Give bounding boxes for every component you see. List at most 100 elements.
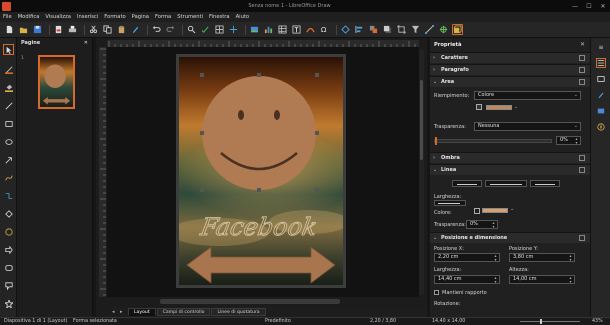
align-objects-icon[interactable] xyxy=(354,24,365,35)
stars-icon[interactable] xyxy=(3,298,14,309)
paste-icon[interactable] xyxy=(116,24,127,35)
more-options-icon[interactable] xyxy=(579,235,585,241)
slide-thumbnail[interactable] xyxy=(38,55,75,109)
menu-formato[interactable]: Formato xyxy=(104,14,125,20)
export-pdf-icon[interactable] xyxy=(53,24,64,35)
insert-image-icon[interactable] xyxy=(249,24,260,35)
copy-icon[interactable] xyxy=(102,24,113,35)
horizontal-scrollbar[interactable] xyxy=(160,299,340,304)
insert-table-icon[interactable] xyxy=(277,24,288,35)
tab-campi-di-controllo[interactable]: Campi di controllo xyxy=(156,308,211,316)
status-zoom[interactable]: 43% xyxy=(592,319,603,324)
fill-color-icon[interactable] xyxy=(3,82,14,93)
section-ombra[interactable]: › Ombra xyxy=(430,152,590,163)
deck-menu-icon[interactable]: ≡ xyxy=(596,42,606,52)
grid-icon[interactable] xyxy=(214,24,225,35)
slide-pane-close-icon[interactable]: ✕ xyxy=(84,40,88,46)
close-window-button[interactable]: ✕ xyxy=(596,0,610,12)
sidebar-close-icon[interactable]: ✕ xyxy=(580,41,585,48)
basic-shapes-icon[interactable] xyxy=(3,208,14,219)
area-transparency-select[interactable]: Nessuna ⌄ xyxy=(474,122,581,131)
open-folder-icon[interactable] xyxy=(18,24,29,35)
points-edit-icon[interactable] xyxy=(424,24,435,35)
spin-icon[interactable]: ▴ ▾ xyxy=(568,276,573,284)
posx-field[interactable]: 2,20 cm ▴ ▾ xyxy=(434,253,500,262)
left-splitter[interactable] xyxy=(93,38,96,318)
section-paragrafo[interactable]: › Paragrafo xyxy=(430,64,590,75)
tab-linee-di-quotatura[interactable]: Linee di quotatura xyxy=(211,308,266,316)
properties-deck-icon[interactable] xyxy=(596,58,606,68)
toggle-extrusion-icon[interactable] xyxy=(452,24,463,35)
minimize-button[interactable]: — xyxy=(568,0,582,12)
flowchart-icon[interactable] xyxy=(3,262,14,273)
menu-modifica[interactable]: Modifica xyxy=(18,14,40,20)
cut-icon[interactable] xyxy=(88,24,99,35)
print-icon[interactable] xyxy=(67,24,78,35)
insert-special-character-icon[interactable]: Ω xyxy=(319,24,330,35)
insert-chart-icon[interactable] xyxy=(263,24,274,35)
more-options-icon[interactable] xyxy=(579,67,585,73)
tab-prev-icon[interactable]: ◂ xyxy=(112,309,118,315)
menu-pagina[interactable]: Pagina xyxy=(132,14,149,20)
menu-file[interactable]: File xyxy=(3,14,12,20)
section-posizione-dimensione[interactable]: ⌄ Posizione e dimensione xyxy=(430,232,590,243)
slide-page[interactable]: Facebook xyxy=(169,54,359,288)
vertical-scrollbar[interactable] xyxy=(419,50,424,295)
fill-type-select[interactable]: Colore ⌄ xyxy=(474,91,581,100)
spin-icon[interactable]: ▴ ▾ xyxy=(493,276,498,284)
shadow-icon[interactable] xyxy=(382,24,393,35)
height-field[interactable]: 14,00 cm ▴ ▾ xyxy=(509,275,575,284)
vertical-scrollbar-thumb[interactable] xyxy=(420,80,423,160)
menu-strumenti[interactable]: Strumenti xyxy=(177,14,203,20)
section-carattere[interactable]: › Carattere xyxy=(430,52,590,63)
menu-visualizza[interactable]: Visualizza xyxy=(45,14,71,20)
curve-tool-icon[interactable] xyxy=(3,172,14,183)
more-options-icon[interactable] xyxy=(579,55,585,61)
new-document-icon[interactable] xyxy=(4,24,15,35)
helplines-icon[interactable] xyxy=(228,24,239,35)
tab-layout[interactable]: Layout xyxy=(128,308,156,316)
crop-icon[interactable] xyxy=(396,24,407,35)
transparency-slider[interactable] xyxy=(434,137,552,145)
line-end-style-select[interactable] xyxy=(530,180,560,187)
spin-icon[interactable]: ▴ ▾ xyxy=(574,137,579,145)
more-options-icon[interactable] xyxy=(579,167,585,173)
clone-formatting-icon[interactable] xyxy=(130,24,141,35)
glue-points-icon[interactable] xyxy=(438,24,449,35)
arrow-line-tool-icon[interactable] xyxy=(3,154,14,165)
line-transparency-field[interactable]: 0% ▴ ▾ xyxy=(466,220,498,229)
section-area[interactable]: ⌄ Area xyxy=(430,76,590,87)
ellipse-tool-icon[interactable] xyxy=(3,136,14,147)
zoom-slider-handle[interactable] xyxy=(540,319,542,324)
spin-icon[interactable]: ▴ ▾ xyxy=(568,254,573,262)
save-icon[interactable] xyxy=(32,24,43,35)
section-linea[interactable]: ⌄ Linea xyxy=(430,164,590,175)
more-options-icon[interactable] xyxy=(579,155,585,161)
redo-icon[interactable] xyxy=(165,24,176,35)
line-width-select[interactable] xyxy=(434,200,466,206)
block-arrows-icon[interactable] xyxy=(3,244,14,255)
spin-icon[interactable]: ▴ ▾ xyxy=(491,221,496,229)
spin-icon[interactable]: ▴ ▾ xyxy=(493,254,498,262)
line-color-button[interactable] xyxy=(482,208,508,213)
menu-aiuto[interactable]: Aiuto xyxy=(236,14,250,20)
styles-deck-icon[interactable] xyxy=(596,90,606,100)
master-slides-deck-icon[interactable] xyxy=(596,74,606,84)
line-start-style-select[interactable] xyxy=(452,180,482,187)
navigator-deck-icon[interactable] xyxy=(596,122,606,132)
menu-finestra[interactable]: Finestra xyxy=(209,14,230,20)
line-tool-icon[interactable] xyxy=(3,100,14,111)
menu-forma[interactable]: Forma xyxy=(155,14,171,20)
rectangle-tool-icon[interactable] xyxy=(3,118,14,129)
gallery-deck-icon[interactable] xyxy=(596,106,606,116)
callouts-icon[interactable] xyxy=(3,280,14,291)
transformations-icon[interactable] xyxy=(340,24,351,35)
menu-inserisci[interactable]: Inserisci xyxy=(77,14,98,20)
line-color-icon[interactable] xyxy=(3,64,14,75)
symbol-shapes-icon[interactable] xyxy=(3,226,14,237)
undo-icon[interactable] xyxy=(151,24,162,35)
posy-field[interactable]: 3,80 cm ▴ ▾ xyxy=(509,253,575,262)
maximize-button[interactable]: ☐ xyxy=(582,0,596,12)
zoom-slider[interactable] xyxy=(520,319,580,324)
connector-tool-icon[interactable] xyxy=(3,190,14,201)
